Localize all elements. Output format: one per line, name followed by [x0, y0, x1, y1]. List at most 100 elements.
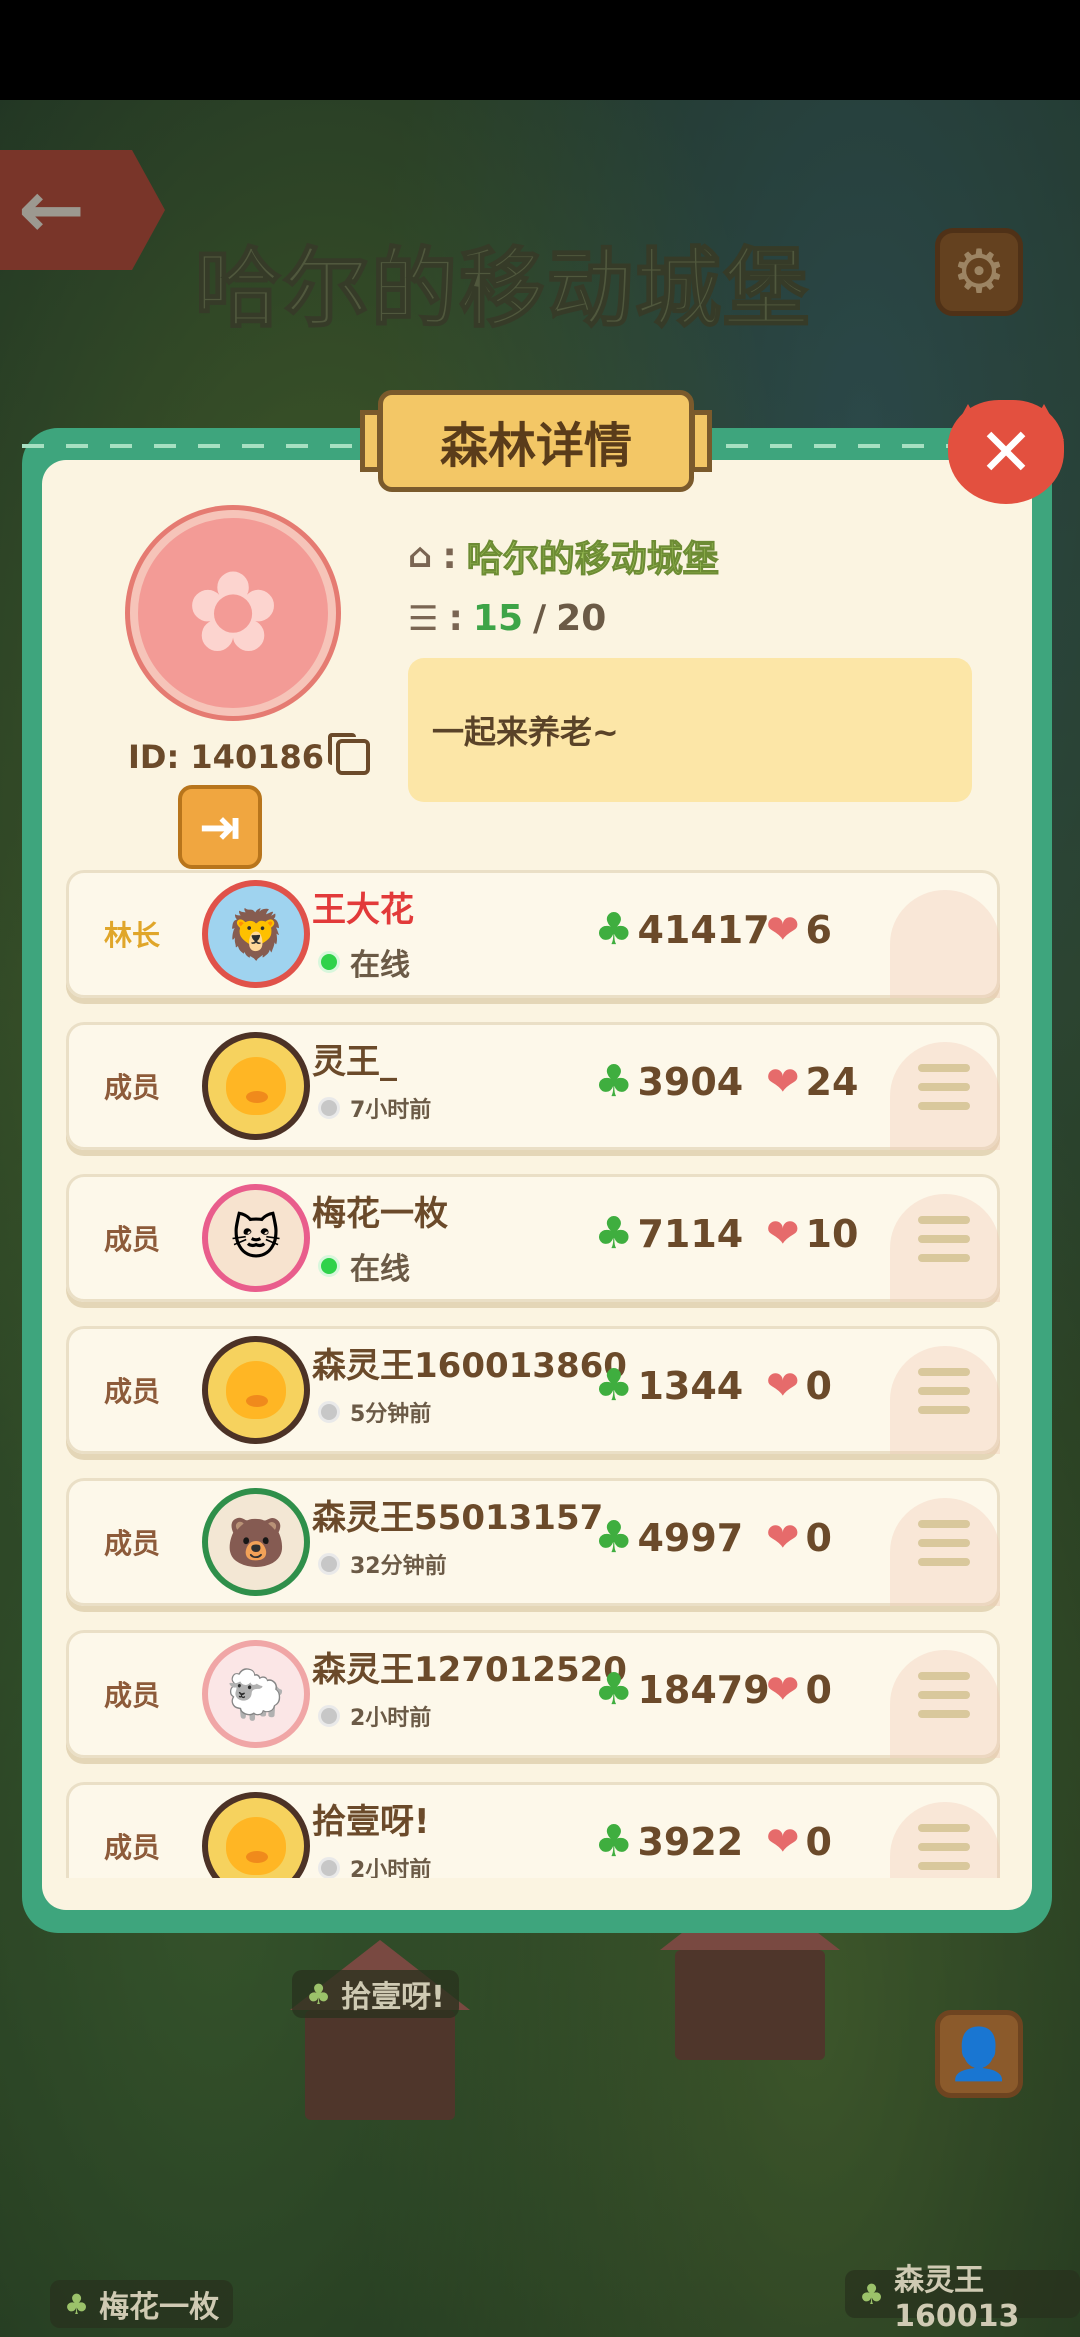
avatar[interactable]: [202, 1336, 310, 1444]
duck-avatar-icon: [226, 1817, 286, 1875]
heart-icon: ❤: [766, 1819, 800, 1865]
member-likes[interactable]: ❤ 0: [766, 1516, 832, 1560]
status-dot-icon: [318, 1705, 340, 1727]
duck-avatar-icon: [226, 1361, 286, 1419]
map-player-label: ♣ 梅花一枚: [50, 2280, 234, 2328]
member-likes[interactable]: ❤ 6: [766, 908, 832, 952]
member-role: 成员: [103, 1375, 160, 1408]
member-menu-button[interactable]: [918, 1520, 970, 1566]
member-row[interactable]: 成员 森灵王160013860 5分钟前 ♣ 1344 ❤ 0: [66, 1326, 1000, 1454]
avatar[interactable]: [202, 1032, 310, 1140]
member-status: 在线: [318, 940, 410, 984]
profile-icon: 👤: [947, 2024, 1011, 2083]
member-count-row: ☰ : 15 / 20: [408, 598, 607, 639]
member-status: 2小时前: [318, 1700, 431, 1732]
members-icon: ☰: [408, 598, 439, 639]
member-name: 梅花一枚: [312, 1194, 448, 1234]
member-row[interactable]: 成员 🐻 森灵王55013157 32分钟前 ♣ 4997 ❤ 0: [66, 1478, 1000, 1606]
member-role: 成员: [103, 1223, 160, 1256]
member-row[interactable]: 成员 灵王_ 7小时前 ♣ 3904 ❤ 24: [66, 1022, 1000, 1150]
member-name: 森灵王55013157: [312, 1498, 604, 1538]
clover-icon: ♣: [859, 2277, 885, 2311]
member-role: 成员: [103, 1527, 160, 1560]
member-role: 成员: [103, 1831, 160, 1864]
member-score: ♣ 7114: [594, 1208, 744, 1259]
member-likes[interactable]: ❤ 0: [766, 1668, 832, 1712]
member-name: 森灵王160013860: [312, 1346, 627, 1386]
avatar[interactable]: 🐱: [202, 1184, 310, 1292]
member-row[interactable]: 成员 🐑 森灵王127012520 2小时前 ♣ 18479 ❤ 0: [66, 1630, 1000, 1758]
heart-icon: ❤: [766, 1667, 800, 1713]
exit-icon: ⇥: [199, 798, 241, 856]
member-list[interactable]: 林长 🦁 王大花 在线 ♣ 41417 ❤ 6 成员 灵王_ 7小时前 ♣ 3904 ❤ 24 成员 🐱 梅花一枚…: [66, 870, 1000, 1878]
member-score: ♣ 1344: [594, 1360, 744, 1411]
avatar[interactable]: [202, 1792, 310, 1878]
member-row[interactable]: 成员 🐱 梅花一枚在线 ♣ 7114 ❤ 10: [66, 1174, 1000, 1302]
member-score: ♣ 41417: [594, 904, 770, 955]
avatar[interactable]: 🐑: [202, 1640, 310, 1748]
member-menu-button[interactable]: [918, 1216, 970, 1262]
member-likes[interactable]: ❤ 0: [766, 1364, 832, 1408]
avatar[interactable]: 🐻: [202, 1488, 310, 1596]
forest-motto: 一起来养老~: [408, 658, 972, 802]
exit-forest-button[interactable]: ⇥: [178, 785, 262, 869]
member-row[interactable]: 林长 🦁 王大花 在线 ♣ 41417 ❤ 6: [66, 870, 1000, 998]
member-name: 灵王_: [312, 1042, 397, 1082]
clover-icon: ♣: [306, 1977, 332, 2011]
member-likes[interactable]: ❤ 24: [766, 1060, 858, 1104]
copy-icon[interactable]: [328, 733, 370, 775]
heart-icon: ❤: [766, 1363, 800, 1409]
member-menu-button[interactable]: [918, 1064, 970, 1110]
member-likes[interactable]: ❤ 0: [766, 1820, 832, 1864]
member-score: ♣ 3904: [594, 1056, 744, 1107]
member-status: 5分钟前: [318, 1396, 431, 1428]
avatar-icon: 🐻: [226, 1514, 286, 1571]
duck-avatar-icon: [226, 1057, 286, 1115]
member-count: 15: [472, 598, 523, 639]
member-score: ♣ 3922: [594, 1816, 744, 1867]
heart-icon: ❤: [766, 1059, 800, 1105]
member-menu-button[interactable]: [918, 1824, 970, 1870]
home-icon: ⌂: [408, 536, 433, 576]
status-dot-icon: [318, 1097, 340, 1119]
avatar-icon: 🐱: [230, 1210, 282, 1266]
member-score: ♣ 18479: [594, 1664, 770, 1715]
member-max: 20: [556, 598, 607, 639]
close-button[interactable]: ✕: [948, 400, 1064, 504]
member-role: 成员: [103, 1679, 160, 1712]
clover-icon: ♣: [594, 1360, 634, 1411]
forest-name: 哈尔的移动城堡: [466, 539, 719, 581]
status-dot-icon: [318, 1553, 340, 1575]
forest-name-row: ⌂ : 哈尔的移动城堡: [408, 530, 719, 582]
member-menu-button[interactable]: [918, 1368, 970, 1414]
clover-icon: ♣: [594, 1664, 634, 1715]
profile-button[interactable]: 👤: [935, 2010, 1023, 2098]
map-player-label: ♣ 森灵王160013: [845, 2263, 1080, 2334]
member-name: 拾壹呀!: [312, 1802, 430, 1842]
member-menu-button[interactable]: [918, 1672, 970, 1718]
member-likes[interactable]: ❤ 10: [766, 1212, 858, 1256]
clover-icon: ♣: [594, 904, 634, 955]
avatar-icon: 🐑: [226, 1666, 286, 1723]
member-row[interactable]: 成员 拾壹呀! 2小时前 ♣ 3922 ❤ 0: [66, 1782, 1000, 1878]
panel-title: 森林详情: [378, 390, 694, 492]
clover-icon: ♣: [594, 1816, 634, 1867]
clover-icon: ♣: [594, 1208, 634, 1259]
close-icon: ✕: [978, 413, 1034, 491]
status-bar: [0, 0, 1080, 100]
member-name: 森灵王127012520: [312, 1650, 627, 1690]
member-status: 2小时前: [318, 1852, 431, 1878]
member-status: 7小时前: [318, 1092, 431, 1124]
status-dot-icon: [318, 1401, 340, 1423]
flower-icon: ✿: [186, 548, 280, 678]
status-dot-icon: [318, 951, 340, 973]
clover-icon: ♣: [594, 1512, 634, 1563]
member-status: 在线: [318, 1244, 410, 1288]
member-status: 32分钟前: [318, 1548, 447, 1580]
clover-icon: ♣: [594, 1056, 634, 1107]
status-dot-icon: [318, 1857, 340, 1878]
avatar-icon: 🦁: [226, 906, 286, 963]
member-score: ♣ 4997: [594, 1512, 744, 1563]
member-role: 林长: [103, 919, 160, 952]
avatar[interactable]: 🦁: [202, 880, 310, 988]
